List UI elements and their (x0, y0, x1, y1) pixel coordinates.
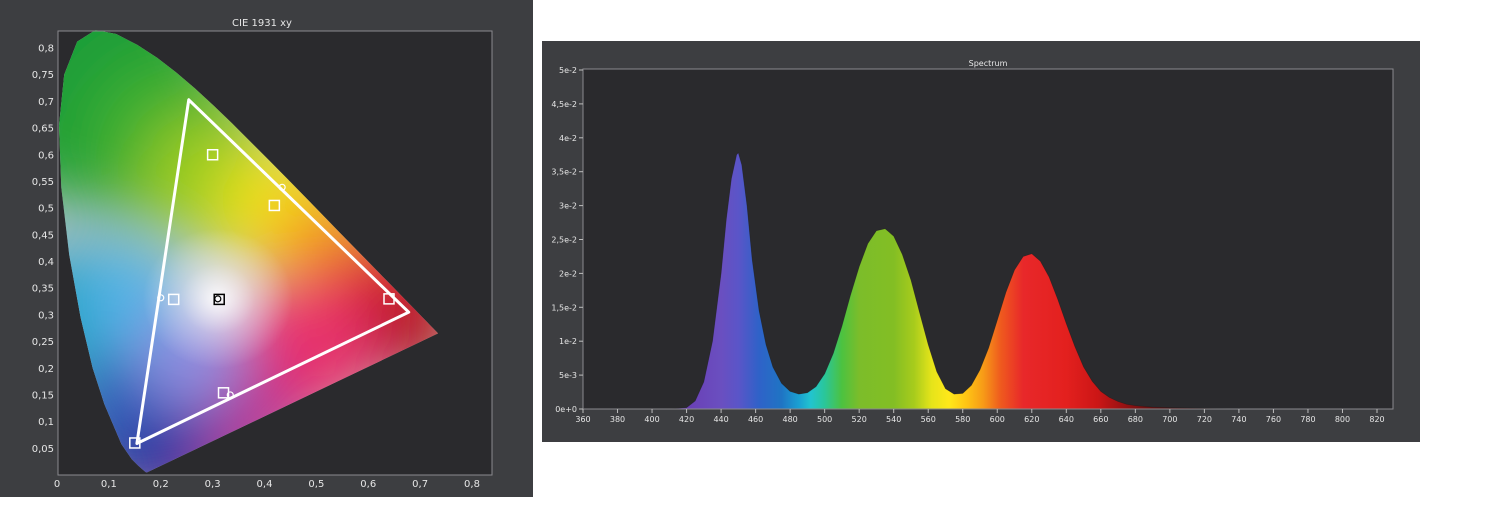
x-tick-label: 680 (1128, 415, 1143, 424)
x-tick-label: 780 (1300, 415, 1315, 424)
x-tick-label: 0,3 (205, 479, 221, 490)
x-tick-label: 0,8 (464, 479, 480, 490)
y-tick-label: 1,5e-2 (551, 303, 577, 312)
y-tick-label: 0,7 (38, 97, 54, 108)
x-tick-label: 460 (748, 415, 763, 424)
y-tick-label: 0,65 (32, 124, 54, 135)
chart-title: CIE 1931 xy (232, 18, 292, 29)
x-tick-label: 800 (1335, 415, 1350, 424)
x-tick-label: 400 (644, 415, 659, 424)
x-tick-label: 580 (955, 415, 970, 424)
y-tick-label: 0e+0 (555, 405, 577, 414)
x-tick-label: 740 (1231, 415, 1246, 424)
y-tick-label: 0,55 (32, 177, 54, 188)
y-tick-label: 5e-2 (559, 66, 577, 75)
x-tick-label: 360 (575, 415, 590, 424)
x-tick-label: 420 (679, 415, 694, 424)
x-tick-label: 0,4 (257, 479, 273, 490)
cie-chart-panel: 0 0,1 0,2 0,3 0,4 0,5 0,6 0,7 0,8 0,05 0,1 0,15 0,2 0… (0, 0, 533, 497)
cie-chart: 0 0,1 0,2 0,3 0,4 0,5 0,6 0,7 0,8 0,05 0,1 0,15 0,2 0… (32, 18, 493, 490)
x-tick-label: 0,6 (360, 479, 376, 490)
x-tick-label: 0,7 (412, 479, 428, 490)
y-tick-label: 3e-2 (559, 202, 577, 211)
y-tick-label: 2e-2 (559, 269, 577, 278)
y-tick-label: 3,5e-2 (551, 168, 577, 177)
y-tick-label: 0,3 (38, 310, 54, 321)
x-tick-label: 620 (1024, 415, 1039, 424)
x-tick-label: 720 (1197, 415, 1212, 424)
x-tick-label: 0,5 (308, 479, 324, 490)
chart-title: Spectrum (969, 59, 1008, 68)
y-tick-label: 1e-2 (559, 337, 577, 346)
x-tick-label: 520 (852, 415, 867, 424)
x-tick-label: 440 (713, 415, 728, 424)
y-tick-label: 0,8 (38, 44, 54, 55)
spectrum-chart-panel: 360 380 400 420 440 460 480 500 520 540 560 580 600 6… (542, 41, 1420, 442)
x-tick-label: 480 (782, 415, 797, 424)
x-tick-label: 380 (610, 415, 625, 424)
y-tick-label: 0,25 (32, 337, 54, 348)
y-tick-label: 0,4 (38, 257, 54, 268)
y-tick-label: 0,35 (32, 284, 54, 295)
y-tick-label: 0,2 (38, 364, 54, 375)
y-tick-label: 0,05 (32, 444, 54, 455)
y-tick-label: 4e-2 (559, 134, 577, 143)
y-tick-label: 0,5 (38, 204, 54, 215)
y-tick-label: 0,1 (38, 417, 54, 428)
x-tick-label: 660 (1093, 415, 1108, 424)
x-tick-label: 700 (1162, 415, 1177, 424)
y-tick-label: 0,45 (32, 230, 54, 241)
x-tick-label: 560 (921, 415, 936, 424)
y-tick-label: 0,15 (32, 390, 54, 401)
x-tick-label: 600 (990, 415, 1005, 424)
x-tick-label: 760 (1266, 415, 1281, 424)
x-tick-label: 0,2 (153, 479, 169, 490)
y-tick-label: 4,5e-2 (551, 100, 577, 109)
x-tick-label: 0,1 (101, 479, 117, 490)
x-tick-label: 0 (54, 479, 60, 490)
y-tick-label: 5e-3 (559, 371, 577, 380)
spectrum-chart: 360 380 400 420 440 460 480 500 520 540 560 580 600 6… (551, 59, 1394, 424)
y-tick-label: 0,6 (38, 150, 54, 161)
x-tick-label: 820 (1369, 415, 1384, 424)
y-tick-label: 0,75 (32, 70, 54, 81)
x-tick-label: 640 (1059, 415, 1074, 424)
y-tick-label: 2,5e-2 (551, 236, 577, 245)
x-tick-label: 540 (886, 415, 901, 424)
x-tick-label: 500 (817, 415, 832, 424)
